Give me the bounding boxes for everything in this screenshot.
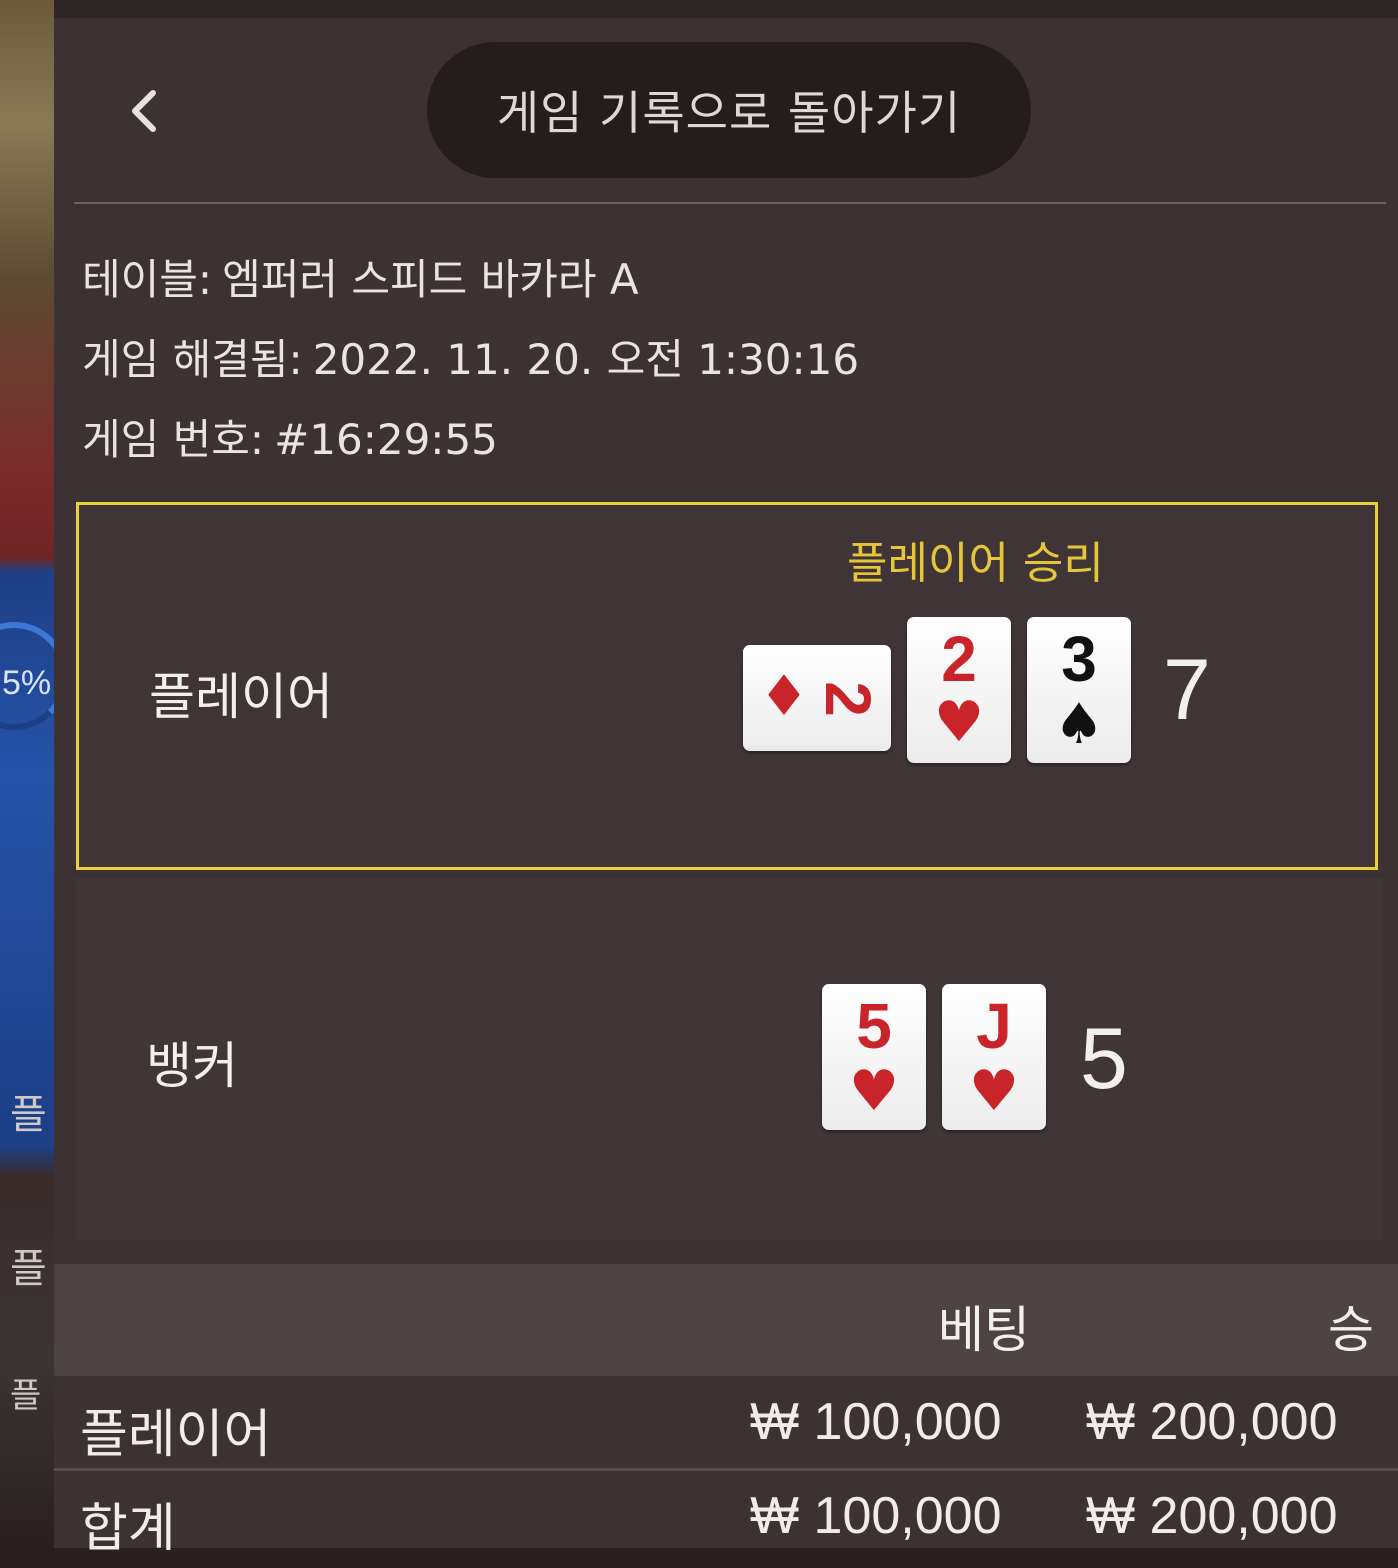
chevron-left-icon [132,90,156,132]
table-row: 플레이어 ₩ 100,000 ₩ 200,000 [54,1376,1398,1472]
player-win-label: 플레이어 승리 [847,538,1104,589]
card-rank: 5 [856,990,892,1062]
player-card-1: ♦ 2 [743,645,891,751]
card-rank: 2 [812,681,884,717]
row-divider [54,1468,1398,1471]
total-win: ₩ 200,000 [1086,1487,1338,1545]
row-bet: ₩ 100,000 [750,1393,1002,1451]
background-game-strip: 5% 플 플 플 [0,0,54,1548]
table-row-total: 합계 ₩ 100,000 ₩ 200,000 [54,1472,1398,1568]
game-history-detail-panel: 게임 기록으로 돌아가기 테이블: 엠퍼러 스피드 바카라 A 게임 해결됨: 20… [54,0,1398,1559]
panel-top-edge [54,0,1398,18]
total-bet: ₩ 100,000 [750,1487,1002,1545]
player-card-3: 3 ♠ [1027,617,1131,763]
bets-table-header: 베팅 승 [54,1264,1398,1376]
player-label: 플레이어 [149,668,333,726]
game-number-label: 게임 번호: [82,415,265,464]
total-label: 합계 [80,1499,176,1559]
card-rank: 2 [941,623,977,695]
player-hand-box: 플레이어 플레이어 승리 ♦ 2 2 ♥ 3 ♠ 7 [76,502,1378,870]
resolved-info: 게임 해결됨: 2022. 11. 20. 오전 1:30:16 [82,326,859,387]
table-label: 테이블: [82,255,213,304]
header-divider [74,202,1386,204]
back-button[interactable] [116,82,174,140]
progress-percent: 5% [2,664,52,702]
spade-icon: ♠ [1053,692,1105,757]
background-label: 플 [10,1092,47,1138]
banker-hand-box: 뱅커 5 ♥ J ♥ 5 [76,878,1382,1240]
resolved-value: 2022. 11. 20. 오전 1:30:16 [312,335,860,384]
player-total: 7 [1163,642,1211,738]
background-label: 플 [10,1246,47,1292]
back-to-game-history-button[interactable]: 게임 기록으로 돌아가기 [427,42,1031,178]
banker-card-2: J ♥ [942,984,1046,1130]
banker-total: 5 [1080,1011,1128,1107]
heart-icon: ♥ [968,1059,1020,1124]
column-win: 승 [1328,1301,1374,1359]
heart-icon: ♥ [848,1059,900,1124]
player-card-2: 2 ♥ [907,617,1011,763]
card-rank: 3 [1061,623,1097,695]
table-value: 엠퍼러 스피드 바카라 A [222,255,639,304]
row-name: 플레이어 [80,1405,272,1465]
row-win: ₩ 200,000 [1086,1393,1338,1451]
background-label: 플 [10,1376,42,1416]
resolved-label: 게임 해결됨: [82,335,303,384]
banker-label: 뱅커 [146,1037,238,1095]
column-bet: 베팅 [938,1301,1030,1359]
diamond-icon: ♦ [758,664,810,729]
table-info: 테이블: 엠퍼러 스피드 바카라 A [82,246,639,307]
game-number-info: 게임 번호: #16:29:55 [82,406,498,467]
heart-icon: ♥ [933,690,985,755]
card-rank: J [976,990,1012,1062]
banker-card-1: 5 ♥ [822,984,926,1130]
game-number-value: #16:29:55 [274,415,498,464]
